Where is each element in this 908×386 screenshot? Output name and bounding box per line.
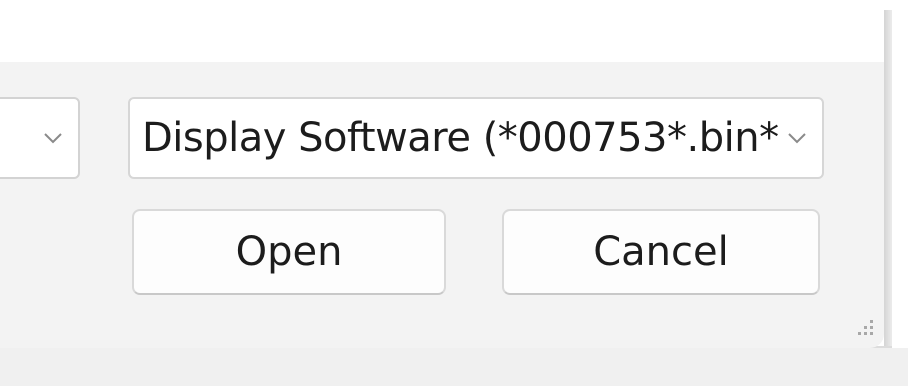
file-type-dropdown[interactable]: Display Software (*000753*.bin*: [128, 97, 824, 179]
open-button[interactable]: Open: [132, 209, 446, 295]
window-border: [884, 10, 892, 346]
chevron-down-icon[interactable]: [786, 127, 808, 153]
chevron-down-icon[interactable]: [42, 127, 64, 153]
background-below: [0, 348, 908, 386]
file-type-value: Display Software (*000753*.bin*: [142, 115, 779, 161]
resize-grip-icon[interactable]: [848, 314, 876, 342]
cancel-button[interactable]: Cancel: [502, 209, 820, 295]
background-strip: [0, 0, 908, 62]
filename-combobox[interactable]: [0, 97, 80, 179]
